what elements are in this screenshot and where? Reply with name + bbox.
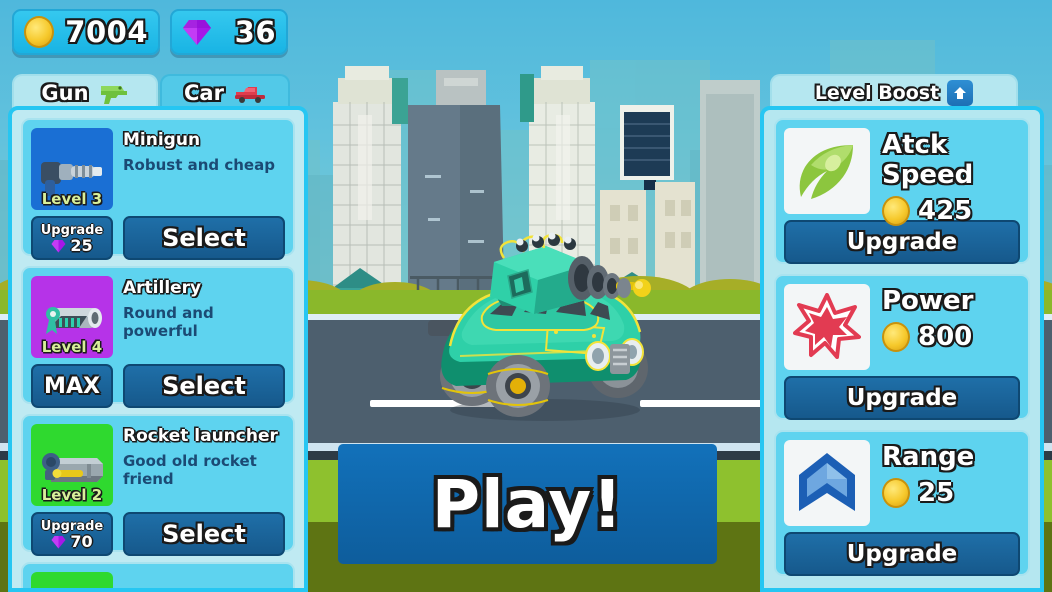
gun-upgrade-cost: 70 [51, 531, 93, 551]
gem-icon [51, 535, 66, 548]
gun-select-label: Select [162, 372, 246, 400]
gem-icon [183, 20, 211, 45]
gun-card-actions: Upgrade 25 Select [31, 216, 285, 260]
boost-cost: 25 [882, 478, 1020, 508]
gun-select-button[interactable]: Select [123, 364, 285, 408]
red-starburst-icon [784, 284, 870, 370]
boost-card[interactable]: Atck Speed 425 Upgrade [774, 118, 1030, 264]
gem-amount: 36 [234, 15, 276, 49]
boost-upgrade-label: Upgrade [846, 385, 958, 411]
boost-card-info: Power 800 [882, 284, 1020, 370]
tab-car[interactable]: Car [160, 74, 290, 110]
boost-upgrade-button[interactable]: Upgrade [784, 220, 1020, 264]
gun-select-button[interactable]: Select [123, 216, 285, 260]
boost-upgrade-button[interactable]: Upgrade [784, 376, 1020, 420]
coin-icon [882, 322, 910, 352]
minigun-icon: Level 3 [31, 128, 113, 210]
gun-name: Rocket launcher [123, 426, 278, 446]
gem-balance[interactable]: 36 [170, 9, 288, 55]
boost-cost-value: 800 [918, 322, 973, 352]
boost-name: Range [882, 442, 975, 472]
boost-card-info: Atck Speed 425 [882, 128, 1020, 226]
boost-card-top: Power 800 [784, 284, 1020, 370]
gun-card-actions: Upgrade 70 Select [31, 512, 285, 556]
play-button-label: Play! [431, 465, 624, 543]
boost-card-info: Range 25 [882, 440, 1020, 526]
coin-balance[interactable]: 7004 [12, 9, 160, 55]
play-button[interactable]: Play! [338, 444, 717, 564]
tab-car-label: Car [184, 81, 224, 105]
gun-card-top: Level 2 Rocket launcher Good old rocket … [31, 424, 285, 506]
gun-icon-partial [31, 572, 113, 588]
gun-card-text: Artillery Round and powerful [123, 276, 285, 358]
game-screen: 7004 36 Gun Car Level 3 Minigun Robust a… [0, 0, 1052, 592]
gun-card-text: Rocket launcher Good old rocket friend [123, 424, 285, 506]
gun-max-label: MAX [44, 373, 100, 399]
boost-upgrade-label: Upgrade [846, 229, 958, 255]
tab-gun-label: Gun [41, 81, 89, 105]
player-vehicle [428, 232, 651, 421]
gun-list-panel[interactable]: Level 3 Minigun Robust and cheap Upgrade [8, 106, 308, 592]
boost-cost-value: 425 [918, 196, 973, 226]
coin-amount: 7004 [65, 15, 148, 49]
coin-icon [882, 196, 910, 226]
gun-description: Round and powerful [123, 304, 214, 340]
gun-upgrade-button[interactable]: Upgrade 70 [31, 512, 113, 556]
boost-card-top: Atck Speed 425 [784, 128, 1020, 226]
boost-cost: 800 [882, 322, 1020, 352]
gun-card-partial[interactable] [21, 562, 295, 588]
gun-card-actions: MAX Select [31, 364, 285, 408]
gun-card-top: Level 3 Minigun Robust and cheap [31, 128, 285, 210]
gun-name: Minigun [123, 130, 201, 150]
rocket-launcher-icon: Level 2 [31, 424, 113, 506]
gun-level: Level 4 [41, 338, 103, 356]
gun-select-label: Select [162, 520, 246, 548]
gun-card[interactable]: Level 3 Minigun Robust and cheap Upgrade [21, 118, 295, 260]
boost-card-top: Range 25 [784, 440, 1020, 526]
gun-card[interactable]: Level 2 Rocket launcher Good old rocket … [21, 414, 295, 556]
gun-select-button[interactable]: Select [123, 512, 285, 556]
gun-card[interactable]: Level 4 Artillery Round and powerful MAX… [21, 266, 295, 408]
gun-upgrade-cost-value: 70 [70, 531, 93, 551]
gun-upgrade-cost: 25 [51, 235, 93, 255]
gun-upgrade-cost-value: 25 [70, 235, 93, 255]
gun-max-button: MAX [31, 364, 113, 408]
gun-level: Level 3 [41, 190, 103, 208]
level-boost-header: Level Boost [770, 74, 1018, 110]
gun-description: Good old rocket friend [123, 452, 257, 488]
tab-gun[interactable]: Gun [12, 74, 158, 110]
gun-name: Artillery [123, 278, 202, 298]
artillery-icon: Level 4 [31, 276, 113, 358]
pistol-icon [100, 86, 127, 104]
level-boost-panel[interactable]: Atck Speed 425 Upgrade Power 800 Upgrade… [760, 106, 1044, 592]
boost-card[interactable]: Range 25 Upgrade [774, 430, 1030, 576]
coin-icon [882, 478, 910, 508]
boost-name: Power [882, 286, 974, 316]
boost-upgrade-button[interactable]: Upgrade [784, 532, 1020, 576]
gun-select-label: Select [162, 224, 246, 252]
gun-upgrade-button[interactable]: Upgrade 25 [31, 216, 113, 260]
level-boost-title: Level Boost [814, 82, 940, 104]
gun-level: Level 2 [41, 486, 103, 504]
blue-chevron-badge-icon [784, 440, 870, 526]
gun-card-top: Level 4 Artillery Round and powerful [31, 276, 285, 358]
gun-card-text: Minigun Robust and cheap [123, 128, 285, 210]
truck-icon [234, 87, 265, 103]
boost-cost-value: 25 [918, 478, 955, 508]
boost-cost: 425 [882, 196, 1020, 226]
gun-card-top [31, 572, 285, 588]
green-rocket-icon [784, 128, 870, 214]
up-arrow-icon[interactable] [947, 80, 974, 106]
boost-name: Atck Speed [882, 130, 974, 190]
gun-description: Robust and cheap [123, 156, 275, 174]
boost-upgrade-label: Upgrade [846, 541, 958, 567]
boost-card[interactable]: Power 800 Upgrade [774, 274, 1030, 420]
gem-icon [51, 239, 66, 252]
coin-icon [24, 16, 54, 48]
